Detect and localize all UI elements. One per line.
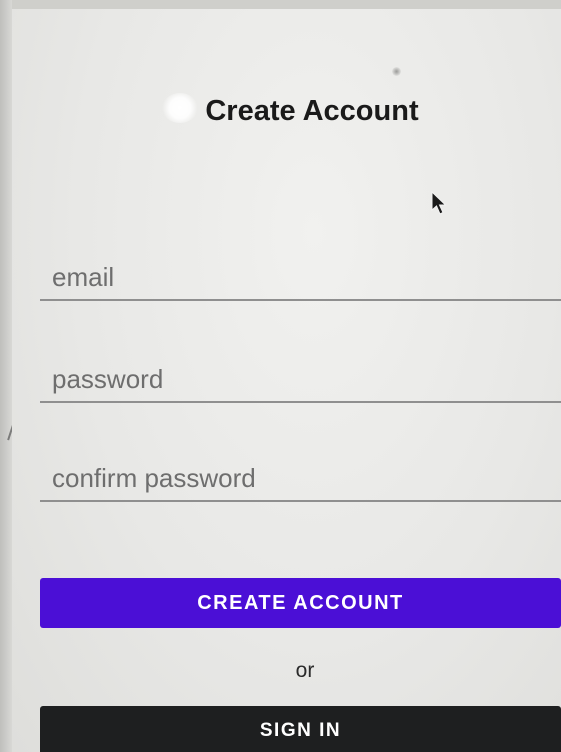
confirm-password-input[interactable] [40, 456, 561, 500]
or-separator: or [295, 659, 315, 682]
create-account-button[interactable]: CREATE ACCOUNT [40, 578, 561, 628]
email-underline [40, 299, 561, 301]
app-screen: Create Account CREATE ACCOUNT or SIGN IN [12, 9, 561, 752]
mouse-pointer-icon [431, 191, 447, 215]
email-field[interactable] [40, 255, 561, 305]
password-field[interactable] [40, 357, 561, 407]
email-input[interactable] [40, 255, 561, 299]
confirm-password-underline [40, 500, 561, 502]
confirm-password-field[interactable] [40, 456, 561, 506]
device-top-bezel [0, 0, 561, 9]
password-underline [40, 401, 561, 403]
sign-in-button[interactable]: SIGN IN [40, 706, 561, 752]
photo-frame: Create Account CREATE ACCOUNT or SIGN IN [0, 0, 561, 752]
password-input[interactable] [40, 357, 561, 401]
screen-speck [392, 67, 401, 76]
page-title: Create Account [205, 95, 419, 127]
device-left-bezel [0, 0, 12, 752]
